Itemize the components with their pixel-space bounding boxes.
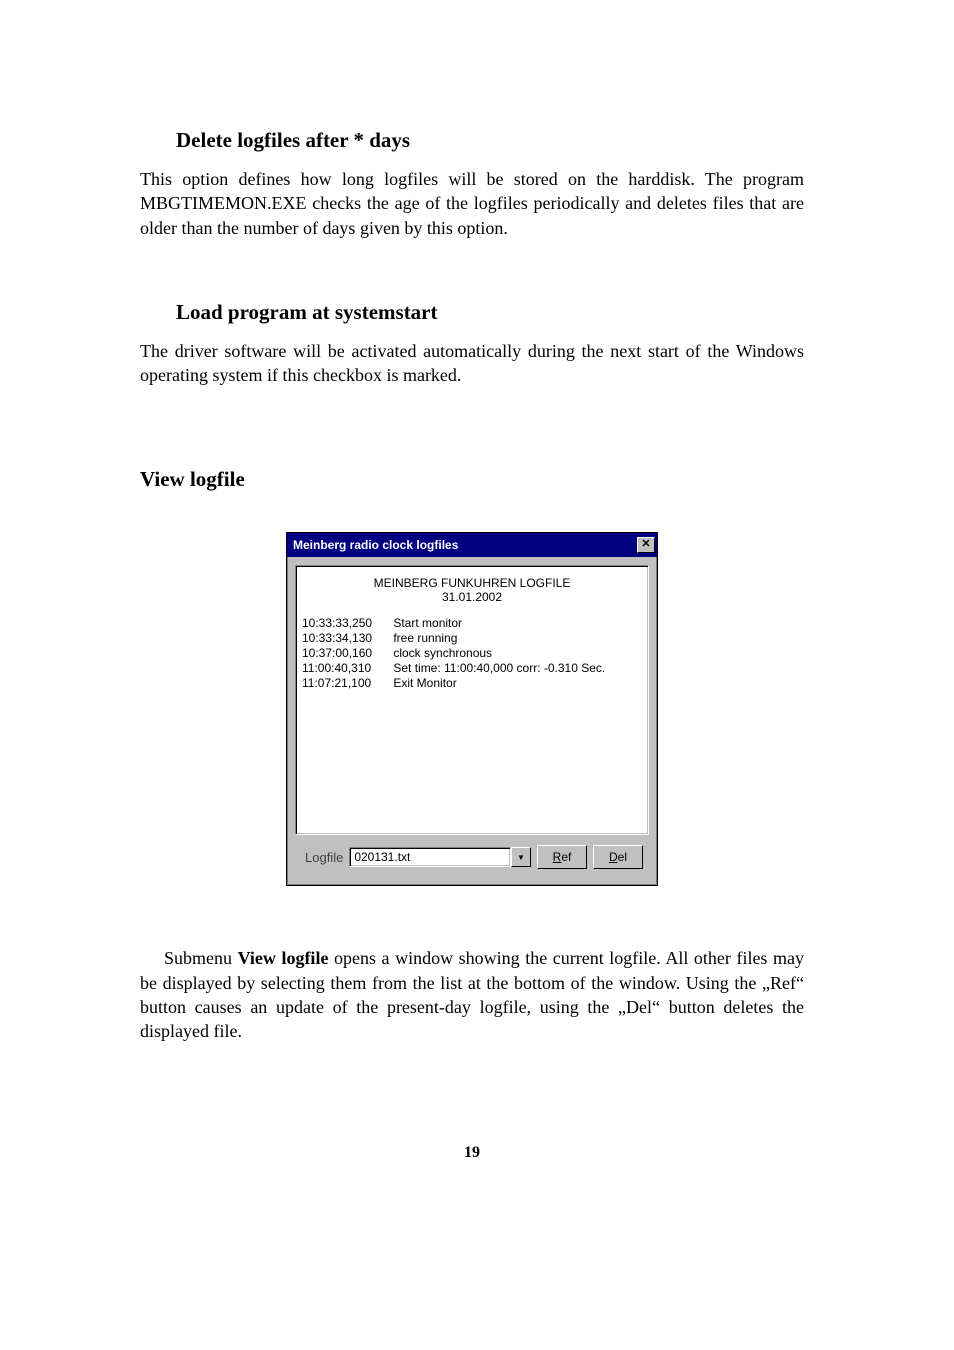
logfile-combobox[interactable]: 020131.txt ▼	[349, 847, 531, 867]
log-msg: Set time: 11:00:40,000 corr: -0.310 Sec.	[393, 661, 605, 675]
footer-prefix: Submenu	[164, 948, 238, 968]
log-ts: 10:33:34,130	[302, 631, 390, 646]
log-header: MEINBERG FUNKUHREN LOGFILE 31.01.2002	[362, 576, 582, 604]
log-rows: 10:33:33,250 Start monitor 10:33:34,130 …	[302, 616, 642, 691]
log-row: 10:37:00,160 clock synchronous	[302, 646, 642, 661]
para-view-logfile: Submenu View logfile opens a window show…	[140, 946, 804, 1043]
log-msg: free running	[393, 631, 457, 645]
dialog-bottom-row: Logfile 020131.txt ▼ Ref Del	[295, 835, 649, 877]
log-msg: Start monitor	[393, 616, 462, 630]
log-content-panel[interactable]: MEINBERG FUNKUHREN LOGFILE 31.01.2002 10…	[295, 565, 649, 835]
del-rest: el	[618, 850, 627, 864]
log-row: 11:00:40,310 Set time: 11:00:40,000 corr…	[302, 661, 642, 676]
heading-delete-logfiles: Delete logfiles after * days	[176, 128, 804, 153]
heading-view-logfile: View logfile	[140, 467, 804, 492]
logfiles-dialog: Meinberg radio clock logfiles ✕ MEINBERG…	[286, 532, 658, 886]
para-delete-logfiles: This option defines how long logfiles wi…	[140, 167, 804, 240]
log-ts: 10:33:33,250	[302, 616, 390, 631]
dialog-title: Meinberg radio clock logfiles	[293, 538, 458, 552]
log-header-line2: 31.01.2002	[362, 590, 582, 604]
page-number: 19	[140, 1144, 804, 1162]
dialog-body: MEINBERG FUNKUHREN LOGFILE 31.01.2002 10…	[287, 557, 657, 885]
log-msg: clock synchronous	[393, 646, 492, 660]
chevron-down-icon: ▼	[517, 853, 525, 862]
ref-button[interactable]: Ref	[537, 845, 587, 869]
log-ts: 11:00:40,310	[302, 661, 390, 676]
combobox-dropdown-button[interactable]: ▼	[511, 847, 531, 867]
logfile-value[interactable]: 020131.txt	[349, 847, 511, 867]
log-ts: 10:37:00,160	[302, 646, 390, 661]
close-button[interactable]: ✕	[637, 537, 655, 553]
close-icon: ✕	[641, 538, 650, 550]
footer-bold: View logfile	[238, 948, 329, 968]
heading-load-program: Load program at systemstart	[176, 300, 804, 325]
dialog-titlebar[interactable]: Meinberg radio clock logfiles ✕	[287, 533, 657, 557]
log-msg: Exit Monitor	[393, 676, 456, 690]
log-row: 11:07:21,100 Exit Monitor	[302, 676, 642, 691]
log-ts: 11:07:21,100	[302, 676, 390, 691]
ref-rest: ef	[561, 850, 571, 864]
log-row: 10:33:34,130 free running	[302, 631, 642, 646]
dialog-figure: Meinberg radio clock logfiles ✕ MEINBERG…	[140, 532, 804, 886]
log-header-line1: MEINBERG FUNKUHREN LOGFILE	[362, 576, 582, 590]
log-row: 10:33:33,250 Start monitor	[302, 616, 642, 631]
del-button[interactable]: Del	[593, 845, 643, 869]
para-load-program: The driver software will be activated au…	[140, 339, 804, 388]
logfile-label: Logfile	[305, 850, 343, 865]
del-mnemonic: D	[609, 850, 618, 864]
ref-mnemonic: R	[553, 850, 562, 864]
